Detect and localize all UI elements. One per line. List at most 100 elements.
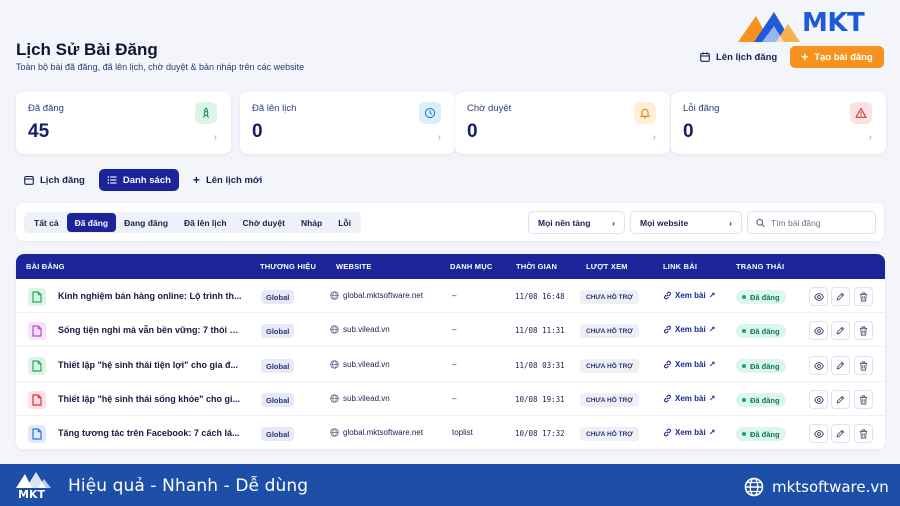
edit-button[interactable] [831, 424, 850, 443]
status-filter-tabs: Tất cả Đã đăng Đang đăng Đã lên lịch Chờ… [24, 212, 361, 233]
eye-icon [813, 292, 824, 301]
stat-value: 0 [683, 121, 694, 142]
table-row[interactable]: Sống tiện nghi mà vẫn bền vững: 7 thói q… [16, 313, 885, 347]
filter-published[interactable]: Đã đăng [66, 213, 117, 232]
rocket-icon [195, 102, 217, 124]
tab-label: Lịch đăng [40, 174, 85, 186]
post-title[interactable]: Sống tiện nghi mà vẫn bền vững: 7 thói q… [58, 325, 242, 335]
edit-button[interactable] [831, 321, 850, 340]
view-button[interactable] [809, 424, 828, 443]
eye-icon [813, 361, 824, 370]
view-post-link[interactable]: Xem bài ↗ [663, 394, 715, 403]
status-badge: Đã đăng [736, 359, 786, 373]
schedule-post-button[interactable]: Lên lịch đăng [700, 49, 777, 65]
website-text: sub.vilead.vn [343, 360, 390, 369]
tab-new-schedule[interactable]: + Lên lịch mới [185, 169, 270, 191]
chevron-right-icon: › [213, 132, 217, 143]
view-post-label: Xem bài [675, 325, 706, 334]
footer-website-text: mktsoftware.vn [772, 478, 889, 496]
globe-icon [330, 291, 339, 300]
chevron-right-icon: › [729, 217, 732, 228]
footer-website-link[interactable]: mktsoftware.vn [744, 477, 889, 497]
view-button[interactable] [809, 321, 828, 340]
filter-pending[interactable]: Chờ duyệt [235, 213, 293, 232]
pencil-icon [836, 361, 845, 370]
view-post-link[interactable]: Xem bài ↗ [663, 428, 715, 437]
search-input[interactable] [771, 217, 867, 228]
col-header-views[interactable]: LƯỢT XEM [586, 262, 628, 271]
stat-label: Đã đăng [28, 103, 64, 114]
bell-icon [634, 102, 656, 124]
tab-calendar[interactable]: Lịch đăng [16, 169, 93, 191]
website-cell: sub.vilead.vn [330, 394, 390, 403]
view-post-link[interactable]: Xem bài ↗ [663, 291, 715, 300]
post-title[interactable]: Kinh nghiệm bán hàng online: Lộ trình th… [58, 291, 242, 301]
stat-card-failed[interactable]: Lỗi đăng 0 › [671, 92, 886, 154]
stat-card-pending[interactable]: Chờ duyệt 0 › [455, 92, 670, 154]
filter-scheduled[interactable]: Đã lên lịch [176, 213, 235, 232]
filter-error[interactable]: Lỗi [330, 213, 359, 232]
platform-select[interactable]: Mọi nền tảng › [528, 211, 625, 234]
clock-icon [419, 102, 441, 124]
filter-publishing[interactable]: Đang đăng [116, 213, 176, 232]
category-cell: – [452, 394, 457, 403]
col-header-time[interactable]: THỜI GIAN [516, 262, 557, 271]
view-button[interactable] [809, 356, 828, 375]
link-icon [663, 325, 672, 334]
link-icon [663, 428, 672, 437]
post-title[interactable]: Thiết lập "hệ sinh thái tiện lợi" cho gi… [58, 360, 242, 370]
external-link-icon: ↗ [708, 291, 716, 300]
col-header-category[interactable]: DANH MỤC [450, 262, 492, 271]
col-header-status[interactable]: TRẠNG THÁI [736, 262, 784, 271]
stat-card-scheduled[interactable]: Đã lên lịch 0 › [240, 92, 455, 154]
calendar-icon [700, 52, 710, 62]
website-select[interactable]: Mọi website › [630, 211, 742, 234]
tab-list[interactable]: Danh sách [98, 169, 179, 191]
view-post-link[interactable]: Xem bài ↗ [663, 325, 715, 334]
table-row[interactable]: Kinh nghiệm bán hàng online: Lộ trình th… [16, 279, 885, 313]
filter-bar: Tất cả Đã đăng Đang đăng Đã lên lịch Chờ… [16, 203, 884, 241]
delete-button[interactable] [854, 287, 873, 306]
delete-button[interactable] [854, 424, 873, 443]
col-header-post[interactable]: BÀI ĐĂNG [26, 262, 65, 271]
stat-card-published[interactable]: Đã đăng 45 › [16, 92, 231, 154]
brand-badge: Global [261, 427, 295, 441]
filter-draft[interactable]: Nháp [293, 213, 330, 232]
page-title: Lịch Sử Bài Đăng [16, 40, 158, 59]
delete-button[interactable] [854, 390, 873, 409]
edit-button[interactable] [831, 356, 850, 375]
chevron-right-icon: › [652, 132, 656, 143]
table-row[interactable]: Thiết lập "hệ sinh thái sống khỏe" cho g… [16, 382, 885, 416]
edit-button[interactable] [831, 287, 850, 306]
tab-label: Danh sách [122, 174, 171, 186]
footer-tagline: Hiệu quả - Nhanh - Dễ dùng [68, 476, 309, 496]
col-header-link[interactable]: LINK BÀI [663, 262, 697, 271]
table-row[interactable]: Tăng tương tác trên Facebook: 7 cách lá.… [16, 416, 885, 450]
views-badge: CHƯA HỖ TRỢ [580, 359, 639, 373]
eye-icon [813, 326, 824, 335]
warning-icon [850, 102, 872, 124]
post-title[interactable]: Thiết lập "hệ sinh thái sống khỏe" cho g… [58, 394, 242, 404]
table-row[interactable]: Thiết lập "hệ sinh thái tiện lợi" cho gi… [16, 348, 885, 382]
col-header-website[interactable]: WEBSITE [336, 262, 372, 271]
status-dot [742, 329, 746, 333]
edit-button[interactable] [831, 390, 850, 409]
col-header-brand[interactable]: THƯƠNG HIỆU [260, 262, 316, 271]
create-post-button[interactable]: + Tạo bài đăng [790, 46, 884, 68]
chevron-right-icon: › [612, 217, 615, 228]
view-post-link[interactable]: Xem bài ↗ [663, 360, 715, 369]
stat-value: 0 [252, 121, 263, 142]
status-dot [742, 398, 746, 402]
view-button[interactable] [809, 287, 828, 306]
view-button[interactable] [809, 390, 828, 409]
category-cell: – [452, 291, 457, 300]
delete-button[interactable] [854, 356, 873, 375]
status-badge: Đã đăng [736, 393, 786, 407]
search-icon [756, 218, 765, 227]
website-cell: global.mktsoftware.net [330, 428, 423, 437]
filter-all[interactable]: Tất cả [26, 213, 67, 232]
delete-button[interactable] [854, 321, 873, 340]
website-text: global.mktsoftware.net [343, 428, 424, 437]
post-title[interactable]: Tăng tương tác trên Facebook: 7 cách lá.… [58, 428, 242, 438]
status-badge: Đã đăng [736, 324, 786, 338]
